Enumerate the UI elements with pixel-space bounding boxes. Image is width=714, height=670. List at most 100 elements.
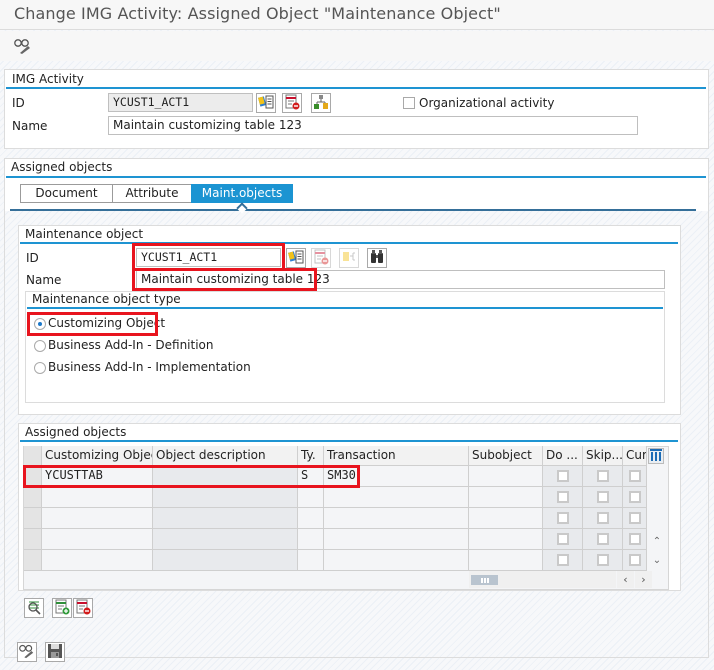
table-cell-transaction[interactable] [324, 487, 469, 508]
row-selector[interactable] [24, 508, 42, 529]
table-cell-type[interactable] [298, 529, 324, 550]
scroll-up-button[interactable]: ⌃ [648, 532, 666, 550]
table-settings-icon [650, 448, 662, 464]
scroll-down-button[interactable]: ⌄ [648, 551, 666, 569]
table-cell-type[interactable] [298, 487, 324, 508]
row-selector[interactable] [24, 466, 42, 487]
checkbox-skip[interactable] [597, 470, 609, 482]
table-cell-customizing-object[interactable] [42, 508, 153, 529]
img-activity-id-field[interactable]: YCUST1_ACT1 [108, 93, 253, 112]
checkbox-skip[interactable] [597, 554, 609, 566]
assigned-objects-title: Assigned objects [11, 160, 113, 174]
table-cell-type[interactable]: S [298, 466, 324, 487]
img-activity-name-field[interactable]: Maintain customizing table 123 [108, 116, 638, 135]
table-cell-customizing-object[interactable]: YCUSTTAB [42, 466, 153, 487]
table-cell-object-description[interactable] [153, 466, 298, 487]
table-cell-object-description[interactable] [153, 529, 298, 550]
organizational-activity-checkbox[interactable] [403, 97, 415, 109]
id-label: ID [12, 96, 25, 110]
column-header[interactable]: Transaction [324, 446, 469, 466]
table-cell-subobject[interactable] [469, 487, 543, 508]
chevron-left-icon: ‹ [623, 573, 628, 586]
table-cell-type[interactable] [298, 550, 324, 571]
table-cell-object-description[interactable] [153, 550, 298, 571]
hierarchy-button[interactable] [311, 93, 331, 113]
display-change-button[interactable] [17, 642, 37, 662]
maint-hierarchy-button[interactable] [339, 248, 359, 268]
table-cell-transaction[interactable] [324, 550, 469, 571]
checkbox-do[interactable] [557, 491, 569, 503]
checkbox-curr[interactable] [629, 554, 641, 566]
insert-row-button[interactable] [52, 598, 72, 618]
divider [20, 242, 678, 244]
delete-row-button[interactable] [73, 598, 93, 618]
column-header[interactable]: Ty. [298, 446, 324, 466]
table-cell-skip [583, 487, 623, 508]
maint-documentation-button[interactable] [286, 248, 306, 268]
scroll-right-button[interactable]: › [635, 571, 652, 588]
radio-badi-definition[interactable] [34, 340, 46, 352]
horizontal-scroll-thumb[interactable] [471, 575, 498, 585]
table-cell-customizing-object[interactable] [42, 550, 153, 571]
column-header[interactable]: Subobject [469, 446, 543, 466]
maint-object-id-field[interactable]: YCUST1_ACT1 [136, 248, 281, 267]
table-cell-curr [623, 466, 647, 487]
checkbox-do[interactable] [557, 533, 569, 545]
table-cell-subobject[interactable] [469, 529, 543, 550]
table-cell-skip [583, 508, 623, 529]
checkbox-curr[interactable] [629, 491, 641, 503]
maint-name-label: Name [26, 273, 62, 287]
row-selector[interactable] [24, 550, 42, 571]
hierarchy-icon [341, 249, 357, 268]
radio-customizing-object[interactable] [34, 318, 46, 330]
checkbox-skip[interactable] [597, 491, 609, 503]
column-header[interactable]: Do ... [543, 446, 583, 466]
table-cell-customizing-object[interactable] [42, 487, 153, 508]
row-selector[interactable] [24, 487, 42, 508]
checkbox-curr[interactable] [629, 470, 641, 482]
checkbox-curr[interactable] [629, 533, 641, 545]
checkbox-skip[interactable] [597, 533, 609, 545]
column-header[interactable]: Curr [623, 446, 647, 466]
table-cell-transaction[interactable] [324, 508, 469, 529]
checkbox-curr[interactable] [629, 512, 641, 524]
row-selector[interactable] [24, 529, 42, 550]
scroll-left-button[interactable]: ‹ [617, 571, 634, 588]
column-header[interactable]: Object description [153, 446, 298, 466]
find-button[interactable] [367, 248, 387, 268]
details-button[interactable] [24, 598, 44, 618]
insert-row-icon [54, 599, 70, 618]
table-cell-object-description[interactable] [153, 487, 298, 508]
table-cell-transaction[interactable] [324, 529, 469, 550]
checkbox-skip[interactable] [597, 512, 609, 524]
radio-badi-implementation[interactable] [34, 362, 46, 374]
checkbox-do[interactable] [557, 554, 569, 566]
chevron-up-icon: ⌃ [652, 535, 662, 547]
tab-attribute[interactable]: Attribute [112, 184, 192, 203]
tab-maint-objects[interactable]: Maint.objects [191, 184, 293, 203]
table-cell-subobject[interactable] [469, 508, 543, 529]
save-button[interactable] [45, 642, 65, 662]
table-cell-transaction[interactable]: SM30 [324, 466, 469, 487]
table-cell-subobject[interactable] [469, 550, 543, 571]
checkbox-do[interactable] [557, 470, 569, 482]
table-cell-subobject[interactable] [469, 466, 543, 487]
delete-entry-icon [313, 249, 329, 268]
maint-object-name-field[interactable]: Maintain customizing table 123 [136, 270, 665, 289]
tab-document[interactable]: Document [20, 184, 113, 203]
documentation-button[interactable] [256, 93, 276, 113]
table-cell-object-description[interactable] [153, 508, 298, 529]
glasses-pencil-icon[interactable] [12, 35, 34, 57]
organizational-activity-label: Organizational activity [419, 96, 555, 110]
maint-delete-button[interactable] [311, 248, 331, 268]
checkbox-do[interactable] [557, 512, 569, 524]
column-header[interactable]: Customizing Object [42, 446, 153, 466]
column-settings-button[interactable] [648, 448, 664, 464]
divider [27, 307, 663, 309]
img-activity-title: IMG Activity [12, 72, 84, 86]
delete-button[interactable] [282, 93, 302, 113]
table-cell-type[interactable] [298, 508, 324, 529]
column-header[interactable]: Skip... [583, 446, 623, 466]
table-cell-customizing-object[interactable] [42, 529, 153, 550]
select-all-cell[interactable] [24, 446, 42, 466]
